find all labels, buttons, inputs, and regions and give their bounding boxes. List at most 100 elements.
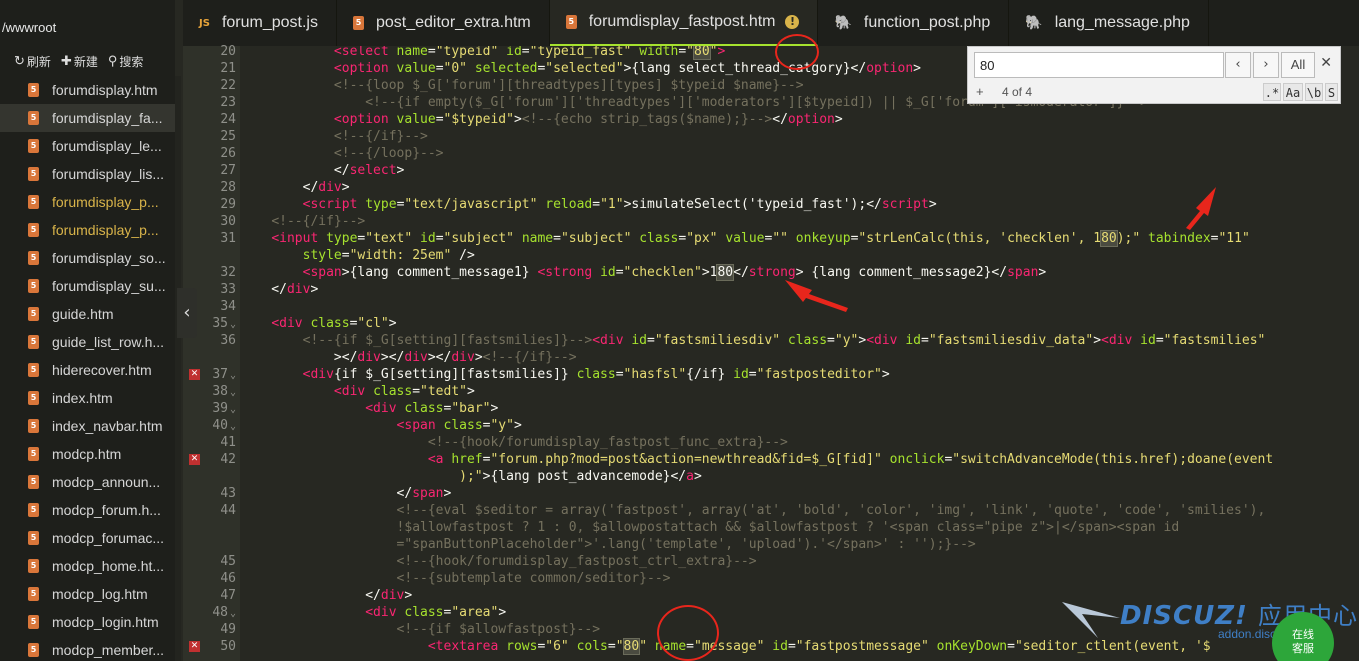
line-number: 26 [220,146,236,161]
find-next-button[interactable]: › [1253,52,1279,78]
collapse-sidebar-button[interactable]: ‹ [177,288,197,338]
html5-file-icon: 5 [28,643,39,657]
tab-label: forumdisplay_fastpost.htm [588,13,776,30]
find-panel: ‹ › All ✕ + 4 of 4 .* Aa \b S [967,46,1341,104]
file-item[interactable]: 5 forumdisplay_p... [0,188,175,216]
regex-toggle[interactable]: .* [1263,83,1281,101]
tab[interactable]: 🐘 lang_message.php [1009,0,1209,46]
annotation-circle [775,34,819,70]
file-label: modcp_home.ht... [52,558,165,574]
html5-file-icon: 5 [28,223,39,237]
line-number: 25 [220,129,236,144]
code-line: </span> [240,486,452,501]
file-item[interactable]: 5 modcp_forumac... [0,524,175,552]
html5-icon: 5 [352,16,364,30]
find-prev-button[interactable]: ‹ [1225,52,1251,78]
fold-icon[interactable]: ⌄ [230,387,236,398]
close-icon[interactable]: ✕ [1320,55,1332,71]
html5-file-icon: 5 [28,503,39,517]
line-number: 27 [220,163,236,178]
file-label: forumdisplay_p... [52,194,159,210]
find-match-count: 4 of 4 [1002,85,1033,99]
file-item[interactable]: 5 modcp_log.htm [0,580,175,608]
find-expand-button[interactable]: + [976,84,984,99]
line-number: 50 [220,639,236,654]
code-line: <span>{lang comment_message1} <strong id… [302,264,1047,281]
tab[interactable]: 🐘 function_post.php [818,0,1010,46]
find-input[interactable] [974,52,1224,78]
html5-file-icon: 5 [28,279,39,293]
line-number: 31 [220,231,236,246]
find-all-button[interactable]: All [1281,52,1315,78]
line-number: 39 ⌄ [212,401,236,416]
file-item[interactable]: 5 index_navbar.htm [0,412,175,440]
file-item[interactable]: 5 guide.htm [0,300,175,328]
line-number: 46 [220,571,236,586]
line-number: 47 [220,588,236,603]
error-icon[interactable]: ✕ [189,369,200,380]
file-label: guide_list_row.h... [52,334,165,350]
error-icon[interactable]: ✕ [189,454,200,465]
fold-icon[interactable]: ⌄ [230,319,236,330]
tab[interactable]: 5 forumdisplay_fastpost.htm! [549,0,819,46]
file-item[interactable]: 5 forumdisplay_fa... [0,104,175,132]
word-toggle[interactable]: \b [1305,83,1323,101]
code-line: );">{lang post_advancemode}</a> [459,469,702,484]
refresh-button[interactable]: ↻ 刷新 [14,53,51,70]
refresh-label: 刷新 [26,54,51,69]
case-toggle[interactable]: Aa [1283,83,1303,101]
html5-file-icon: 5 [28,195,39,209]
sidebar-scrollbar[interactable] [175,76,181,661]
line-number: 21 [220,61,236,76]
fold-icon[interactable]: ⌄ [230,421,236,432]
file-item[interactable]: 5 modcp_home.ht... [0,552,175,580]
file-label: modcp_member... [52,642,165,658]
new-button[interactable]: ✚ 新建 [61,53,98,70]
code-editor[interactable]: <select name="typeid" id="typeid_fast" w… [240,46,1359,661]
fold-icon[interactable]: ⌄ [230,370,236,381]
code-line: </div> [240,588,413,603]
html5-file-icon: 5 [28,447,39,461]
fold-icon[interactable]: ⌄ [230,608,236,619]
tab[interactable]: JS forum_post.js [183,0,337,46]
html5-file-icon: 5 [28,251,39,265]
code-line: </div> [240,282,319,297]
file-item[interactable]: 5 hiderecover.htm [0,356,175,384]
file-item[interactable]: 5 forumdisplay_su... [0,272,175,300]
file-item[interactable]: 5 index.htm [0,384,175,412]
line-number: 33 [220,282,236,297]
tab[interactable]: 5 post_editor_extra.htm [337,0,550,46]
file-item[interactable]: 5 modcp_login.htm [0,608,175,636]
selection-toggle[interactable]: S [1325,83,1338,101]
code-line: <div class="bar"> [365,401,499,416]
code-line: <textarea rows="6" cols="80" name="messa… [427,638,1211,655]
plus-icon: ✚ [60,53,72,68]
file-item[interactable]: 5 modcp.htm [0,440,175,468]
file-item[interactable]: 5 modcp_forum.h... [0,496,175,524]
code-line: ></div></div></div><!--{/if}--> [240,350,577,365]
editor-tabbar: JS forum_post.js 5 post_editor_extra.htm 5 fo… [183,0,1359,46]
file-label: index_navbar.htm [52,418,163,434]
code-line: <select name="typeid" id="typeid_fast" w… [333,46,726,60]
file-item[interactable]: 5 forumdisplay_so... [0,244,175,272]
file-label: modcp_login.htm [52,614,159,630]
fold-icon[interactable]: ⌄ [230,404,236,415]
file-item[interactable]: 5 modcp_announ... [0,468,175,496]
error-icon[interactable]: ✕ [189,641,200,652]
code-line: <option value="$typeid"><!--{echo strip_… [333,112,843,127]
file-item[interactable]: 5 forumdisplay_p... [0,216,175,244]
file-item[interactable]: 5 forumdisplay.htm [0,76,175,104]
search-icon: ⚲ [107,53,118,68]
code-line: <!--{subtemplate common/seditor}--> [396,571,671,586]
line-number: 49 [220,622,236,637]
file-label: modcp_log.htm [52,586,148,602]
search-button[interactable]: ⚲ 搜索 [108,53,144,70]
line-number: 45 [220,554,236,569]
file-item[interactable]: 5 guide_list_row.h... [0,328,175,356]
file-label: index.htm [52,390,113,406]
php-icon: 🐘 [1025,15,1043,31]
file-item[interactable]: 5 forumdisplay_le... [0,132,175,160]
file-item[interactable]: 5 forumdisplay_lis... [0,160,175,188]
php-icon: 🐘 [834,15,852,31]
file-item[interactable]: 5 modcp_member... [0,636,175,661]
